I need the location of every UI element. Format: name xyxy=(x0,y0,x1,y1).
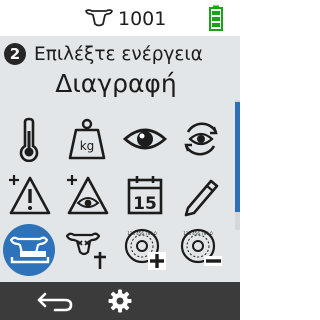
action-tag-add[interactable]: 123 456 789 0 xyxy=(120,224,170,274)
action-edit[interactable] xyxy=(176,170,226,220)
action-calendar[interactable]: 15 xyxy=(120,170,170,220)
action-weight[interactable]: kg xyxy=(62,114,112,164)
action-eye[interactable] xyxy=(120,114,170,164)
battery-icon xyxy=(209,5,223,31)
back-arrow-icon xyxy=(37,292,73,312)
weight-kg-icon: kg xyxy=(68,118,106,160)
eye-icon xyxy=(122,128,168,150)
thermometer-icon xyxy=(19,117,39,162)
pencil-icon xyxy=(184,179,219,217)
calendar-icon: 15 xyxy=(127,176,163,215)
svg-text:123 456 789 0: 123 456 789 0 xyxy=(183,231,213,236)
bottom-nav-bar xyxy=(0,282,240,320)
action-alert-plus[interactable] xyxy=(4,170,54,220)
settings-button[interactable] xyxy=(104,287,136,315)
action-thermometer[interactable] xyxy=(4,114,54,164)
back-button[interactable] xyxy=(33,288,77,314)
svg-text:123 456 789 0: 123 456 789 0 xyxy=(127,231,157,236)
step-row: 2 Επιλέξτε ενέργεια xyxy=(4,41,203,67)
alert-plus-icon xyxy=(9,175,51,215)
svg-text:kg: kg xyxy=(80,139,95,153)
action-eye-alert-plus[interactable] xyxy=(62,170,112,220)
cow-death-icon xyxy=(65,232,106,269)
svg-text:15: 15 xyxy=(133,194,157,214)
cow-head-icon xyxy=(85,9,113,27)
step-number-badge: 2 xyxy=(4,43,26,65)
action-grid: kg 15 123 456 789 0 123 456 789 0 xyxy=(0,108,232,282)
action-tag-remove[interactable]: 123 456 789 0 xyxy=(176,224,226,274)
step-prompt: Επιλέξτε ενέργεια xyxy=(34,43,203,65)
eye-alert-plus-icon xyxy=(67,175,109,215)
gear-icon xyxy=(108,289,132,313)
animal-id: 1001 xyxy=(118,8,167,30)
cow-feeder-icon xyxy=(9,236,50,264)
action-eye-rotate[interactable] xyxy=(176,114,226,164)
action-cow-death[interactable] xyxy=(62,224,112,274)
status-bar: 1001 xyxy=(0,0,240,36)
tag-wheel-add-icon: 123 456 789 0 xyxy=(124,228,166,270)
action-cow-feeder[interactable] xyxy=(3,224,55,276)
tag-wheel-remove-icon: 123 456 789 0 xyxy=(180,228,222,266)
action-title: Διαγραφή xyxy=(55,69,177,98)
eye-rotate-icon xyxy=(184,122,218,156)
content-area: 2 Επιλέξτε ενέργεια Διαγραφή kg 15 123 4… xyxy=(0,36,240,282)
scrollbar-thumb[interactable] xyxy=(235,102,240,212)
